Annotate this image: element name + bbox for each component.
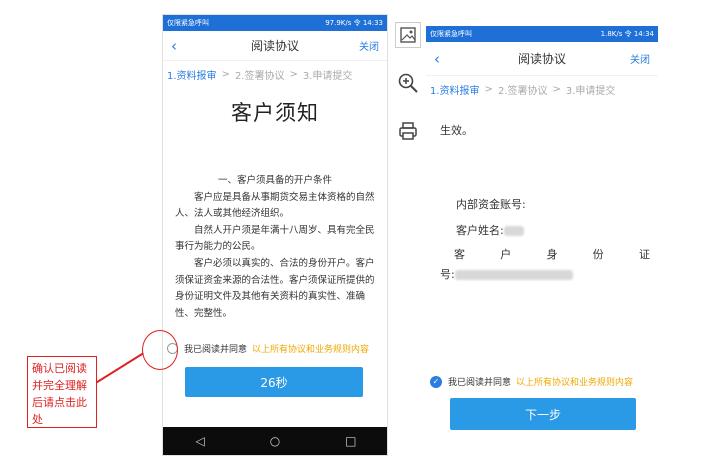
customer-name-row: 客户姓名: [456,222,524,238]
annotation-callout: 确认已阅读并完全理解后请点击此处 [27,356,97,428]
carrier-text: 仅限紧急呼叫 [430,30,472,38]
android-nav-bar: ◁ ○ □ [163,427,387,455]
document-body[interactable]: 一、客户须具备的开户条件 客户应是具备从事期货交易主体资格的自然人、法人或其他经… [163,173,387,322]
step-separator: > [221,68,230,80]
paragraph: 客户必须以真实的、合法的身份开户。客户须保证资金来源的合法性。客户须保证所提供的… [175,257,375,319]
next-step-button[interactable]: 下一步 [450,398,636,430]
callout-line [93,352,144,385]
redacted-id [454,270,573,280]
paragraph: 自然人开户须是年满十八周岁、具有完全民事行为能力的公民。 [175,224,375,253]
step-indicator: 1.资料报审 > 2.签署协议 > 3.申请提交 [426,76,658,102]
step-3: 3.申请提交 [565,85,616,97]
countdown-button[interactable]: 26秒 [185,367,363,397]
id-number-label: 号: [440,268,455,281]
status-bar: 仅限紧急呼叫 97.9K/s 令 14:33 [163,15,387,31]
agree-row: ✓ 我已阅读并同意 以上所有协议和业务规则内容 [430,375,633,388]
home-key-icon[interactable]: ○ [270,434,280,448]
status-bar: 仅限紧急呼叫 1.8K/s 令 14:34 [426,26,658,42]
right-phone-screen: 仅限紧急呼叫 1.8K/s 令 14:34 ‹ 阅读协议 关闭 1.资料报审 >… [426,26,658,456]
customer-name-label: 客户姓名: [456,224,504,237]
step-separator: > [289,68,298,80]
highlight-circle [142,330,178,370]
nav-bar: ‹ 阅读协议 关闭 [426,42,658,76]
id-number-row: 号: [440,266,573,282]
page-title: 阅读协议 [517,52,566,66]
section-heading: 一、客户须具备的开户条件 [217,175,332,186]
back-icon[interactable]: ‹ [171,37,177,55]
agree-label[interactable]: 我已阅读并同意 [184,342,247,355]
id-char: 证 [639,248,650,261]
left-phone-screen: 仅限紧急呼叫 97.9K/s 令 14:33 ‹ 阅读协议 关闭 1.资料报审 … [162,14,388,456]
id-label-spread: 客 户 身 份 证 [454,246,650,262]
id-char: 户 [500,248,512,261]
agree-label[interactable]: 我已阅读并同意 [448,375,511,388]
paragraph: 客户应是具备从事期货交易主体资格的自然人、法人或其他经济组织。 [175,191,375,220]
recents-key-icon[interactable]: □ [345,434,356,448]
nav-bar: ‹ 阅读协议 关闭 [163,31,387,61]
image-icon[interactable] [395,22,421,48]
close-button[interactable]: 关闭 [359,38,379,53]
step-2: 2.签署协议 [497,85,548,97]
agree-checkbox-checked[interactable]: ✓ [430,375,442,388]
id-char: 客 [454,248,465,261]
fund-account-label: 内部资金账号: [456,198,526,211]
step-separator: > [552,83,561,95]
zoom-in-icon[interactable] [395,70,421,96]
step-3: 3.申请提交 [302,70,353,82]
close-button[interactable]: 关闭 [630,51,650,66]
step-1: 1.资料报审 [167,70,217,82]
step-1: 1.资料报审 [430,85,480,97]
agreement-link[interactable]: 以上所有协议和业务规则内容 [516,375,633,388]
document-title: 客户须知 [231,101,319,125]
carrier-text: 仅限紧急呼叫 [167,19,209,27]
step-2: 2.签署协议 [234,70,285,82]
status-right: 1.8K/s 令 14:34 [600,30,654,38]
step-separator: > [484,83,493,95]
agree-row: 我已阅读并同意 以上所有协议和业务规则内容 [163,342,387,355]
page-title: 阅读协议 [250,39,299,53]
agreement-link[interactable]: 以上所有协议和业务规则内容 [252,342,369,355]
back-icon[interactable]: ‹ [434,50,440,68]
effective-text: 生效。 [440,124,473,137]
status-right: 97.9K/s 令 14:33 [325,19,383,27]
step-indicator: 1.资料报审 > 2.签署协议 > 3.申请提交 [163,61,387,87]
id-char: 身 [546,248,558,261]
print-icon[interactable] [395,118,421,144]
back-key-icon[interactable]: ◁ [195,434,204,448]
id-char: 份 [592,248,604,261]
redacted-name [503,226,524,236]
